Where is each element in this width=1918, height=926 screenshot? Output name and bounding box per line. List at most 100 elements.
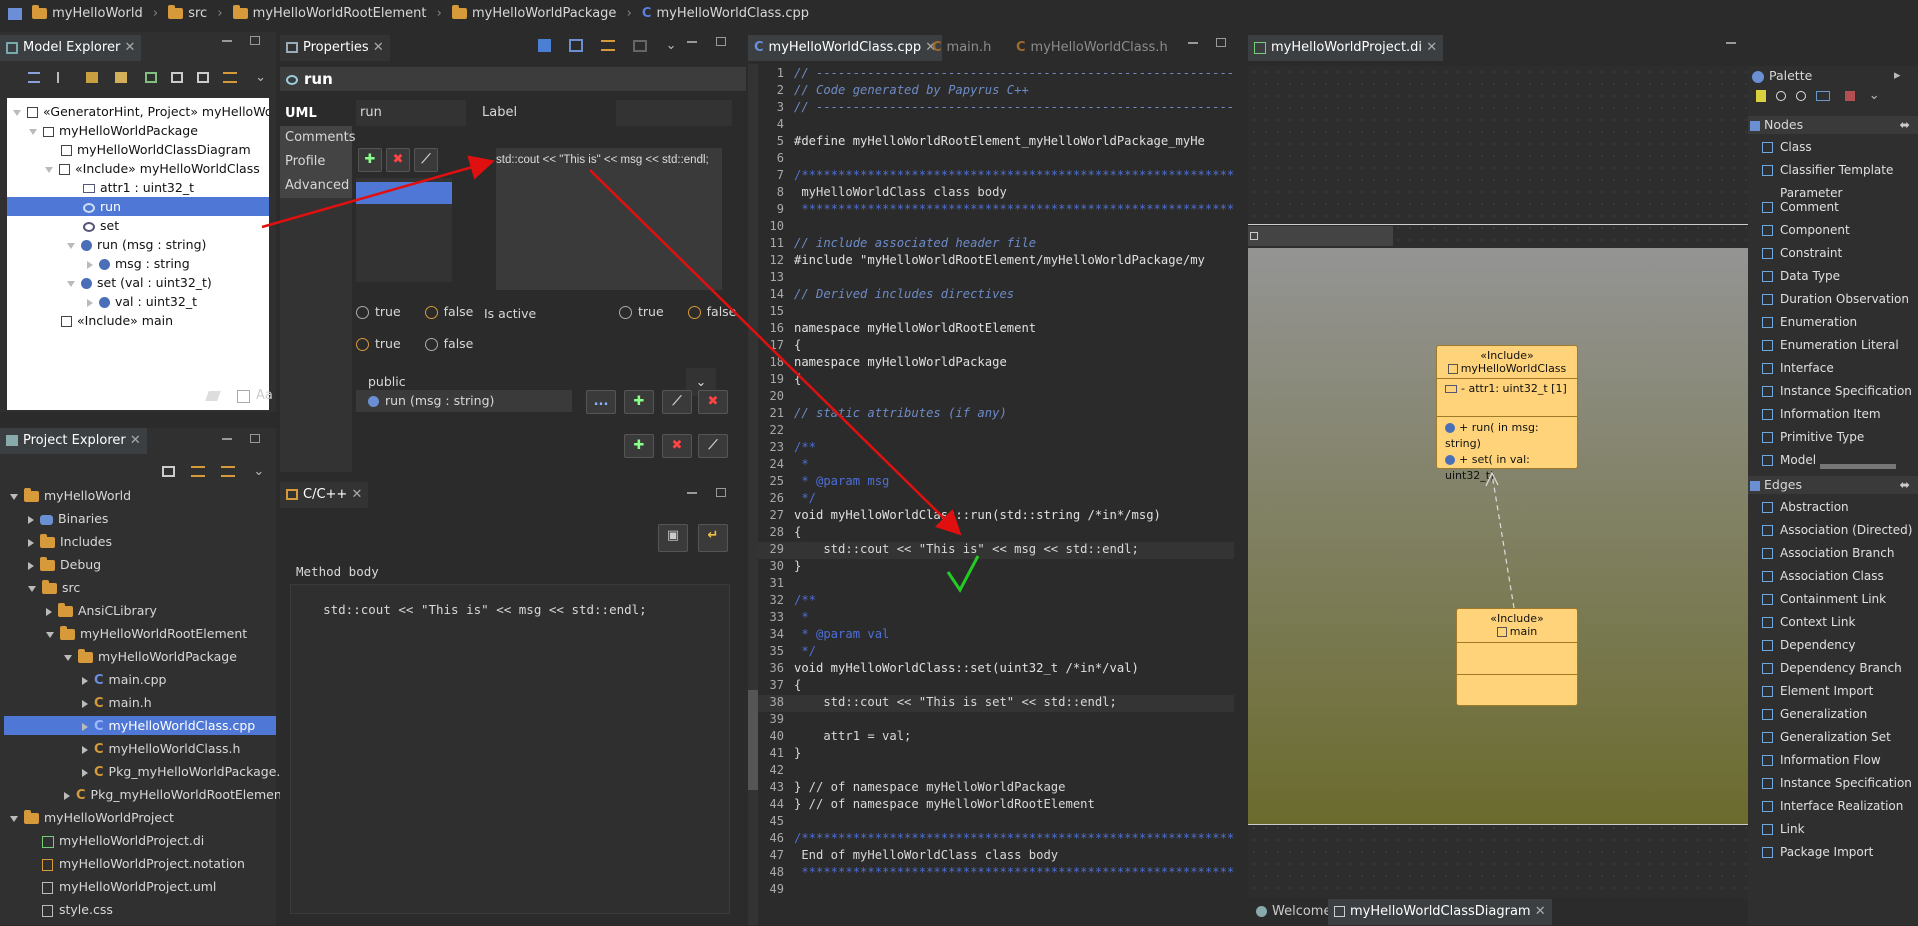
view-menu-icon[interactable]: ⌄ [253, 464, 264, 479]
node-item[interactable]: Information Item [1762, 405, 1881, 423]
code-line[interactable]: 23 /** [758, 440, 1234, 457]
code-line[interactable]: 41} [758, 746, 1234, 763]
zoom-in-icon[interactable] [1776, 90, 1787, 101]
code-line[interactable]: 43} // of namespace myHelloWorldPackage [758, 780, 1234, 797]
tree-item[interactable]: Binaries [28, 509, 108, 528]
hierarchy-icon[interactable] [144, 72, 157, 83]
dropdown-icon[interactable]: ⌄ [1869, 88, 1880, 103]
code-line[interactable]: 24 * [758, 457, 1234, 474]
tab-ccpp[interactable]: C/C++ ✕ [280, 482, 369, 508]
code-line[interactable]: 47 End of myHelloWorldClass class body [758, 848, 1234, 865]
tree-item[interactable]: «Include» main [61, 311, 173, 330]
crumb-package[interactable]: myHelloWorldPackage [472, 6, 616, 21]
code-line[interactable]: 40 attr1 = val; [758, 729, 1234, 746]
name-field[interactable]: run [356, 100, 466, 126]
false-radio[interactable] [424, 306, 438, 319]
tree-item[interactable]: myHelloWorldPackage [29, 121, 198, 140]
tree-item-selected[interactable]: CmyHelloWorldClass.cpp [4, 716, 276, 735]
view-menu-icon[interactable]: ⌄ [666, 38, 677, 53]
edge-item[interactable]: Context Link [1762, 613, 1855, 631]
dependency-arrow[interactable] [1248, 32, 1746, 925]
crumb-file[interactable]: myHelloWorldClass.cpp [656, 6, 809, 21]
code-line[interactable]: 9 **************************************… [758, 202, 1234, 219]
stereotype-icon[interactable] [1844, 90, 1855, 101]
maximize-icon[interactable] [250, 36, 260, 45]
code-line[interactable]: 4 [758, 117, 1234, 134]
code-line[interactable]: 11 // include associated header file [758, 236, 1234, 253]
maximize-icon[interactable] [716, 488, 726, 497]
code-line[interactable]: 42 [758, 763, 1234, 780]
code-line[interactable]: 17 { [758, 338, 1234, 355]
close-icon[interactable]: ✕ [130, 433, 141, 448]
code-line[interactable]: 7 /**************************************… [758, 168, 1234, 185]
tree-item[interactable]: myHelloWorldClassDiagram [61, 140, 251, 159]
edge-item[interactable]: Abstraction [1762, 498, 1849, 516]
tab-properties[interactable]: Properties ✕ [280, 35, 390, 61]
code-line[interactable]: 49 [758, 882, 1234, 899]
layout-icon[interactable] [633, 39, 648, 52]
tree-item[interactable]: set (val : uint32_t) [67, 273, 212, 292]
remove-button[interactable]: ✖ [386, 148, 410, 172]
editor-scrollbar[interactable] [748, 64, 758, 925]
edit-button[interactable]: ⟋ [698, 434, 728, 458]
parameter-field[interactable]: run (msg : string) [356, 390, 572, 412]
tree-item[interactable]: «Include» myHelloWorldClass [45, 159, 260, 178]
edge-item[interactable]: Instance Specification [1762, 774, 1912, 792]
code-line[interactable]: 14 // Derived includes directives [758, 287, 1234, 304]
close-icon[interactable]: ✕ [351, 487, 362, 502]
code-line[interactable]: 32 /** [758, 593, 1234, 610]
code-line[interactable]: 20 [758, 389, 1234, 406]
tab-project-explorer[interactable]: Project Explorer ✕ [0, 428, 147, 454]
node-item[interactable]: Class [1762, 138, 1812, 156]
save-button[interactable]: ▣ [658, 524, 688, 552]
tree-item[interactable]: myHelloWorld [10, 486, 131, 505]
tree-item[interactable]: C Pkg_myHelloWorldRootElement. [64, 785, 291, 804]
code-line[interactable]: 21 // static attributes (if any) [758, 406, 1234, 423]
tab-model-explorer[interactable]: Model Explorer ✕ [0, 35, 142, 61]
sidetab-uml[interactable]: UML [280, 102, 352, 126]
node-item[interactable]: Instance Specification [1762, 382, 1912, 400]
add-button[interactable]: ✚ [624, 434, 654, 458]
minimize-icon[interactable] [222, 40, 232, 42]
code-line[interactable]: 3 // ------------------------------------… [758, 100, 1234, 117]
code-line[interactable]: 12 #include "myHelloWorldRootElement/myHe… [758, 253, 1234, 270]
code-line[interactable]: 30} [758, 559, 1234, 576]
sidetab-comments[interactable]: Comments [280, 126, 355, 150]
node-item[interactable]: Interface [1762, 359, 1834, 377]
code-line[interactable]: 27 void myHelloWorldClass::run(std::strin… [758, 508, 1234, 525]
method-body-editor[interactable]: std::cout << "This is" << msg << std::en… [290, 584, 730, 914]
tree-item[interactable]: run (msg : string) [67, 235, 206, 254]
node-item[interactable]: Component [1762, 221, 1850, 239]
node-item[interactable]: Enumeration Literal [1762, 336, 1899, 354]
edge-item[interactable]: Containment Link [1762, 590, 1886, 608]
edge-item[interactable]: Dependency [1762, 636, 1856, 654]
node-item[interactable]: Duration Observation [1762, 290, 1909, 308]
code-line[interactable]: 25 * @param msg [758, 474, 1234, 491]
node-item[interactable]: Comment [1762, 198, 1839, 216]
edge-item[interactable]: Link [1762, 820, 1805, 838]
node-item[interactable]: Data Type [1762, 267, 1840, 285]
minimize-icon[interactable] [222, 438, 232, 440]
code-line[interactable]: 5 #define myHelloWorldRootElement_myHello… [758, 134, 1234, 151]
label-field[interactable] [616, 100, 732, 126]
code-line[interactable]: 35 */ [758, 644, 1234, 661]
tree-item[interactable]: myHelloWorldProject.uml [42, 877, 216, 896]
edge-item[interactable]: Association Class [1762, 567, 1884, 585]
tab-editor-class-cpp[interactable]: CmyHelloWorldClass.cpp ✕ [748, 35, 943, 61]
true-radio[interactable] [619, 306, 632, 319]
sidetab-advanced[interactable]: Advanced [280, 174, 352, 198]
pencil-icon[interactable] [115, 72, 128, 83]
crumb-project[interactable]: myHelloWorld [52, 6, 143, 21]
code-line[interactable]: 26 */ [758, 491, 1234, 508]
tree-item[interactable]: C Pkg_myHelloWorldPackage.h [82, 762, 288, 781]
zoom-out-icon[interactable] [1796, 90, 1807, 101]
nodes-drawer[interactable]: Nodes ⬌ [1748, 116, 1918, 134]
tree-item[interactable]: Cmain.cpp [82, 670, 167, 689]
code-line[interactable]: 38 std::cout << "This is set" << std::en… [758, 695, 1234, 712]
code-line[interactable]: 19 { [758, 372, 1234, 389]
edge-item[interactable]: Generalization [1762, 705, 1867, 723]
maximize-icon[interactable] [1216, 38, 1226, 47]
collapse-icon[interactable] [170, 72, 183, 83]
pin-icon[interactable]: ⬌ [1900, 476, 1910, 494]
edge-item[interactable]: Association (Directed) [1762, 521, 1912, 539]
